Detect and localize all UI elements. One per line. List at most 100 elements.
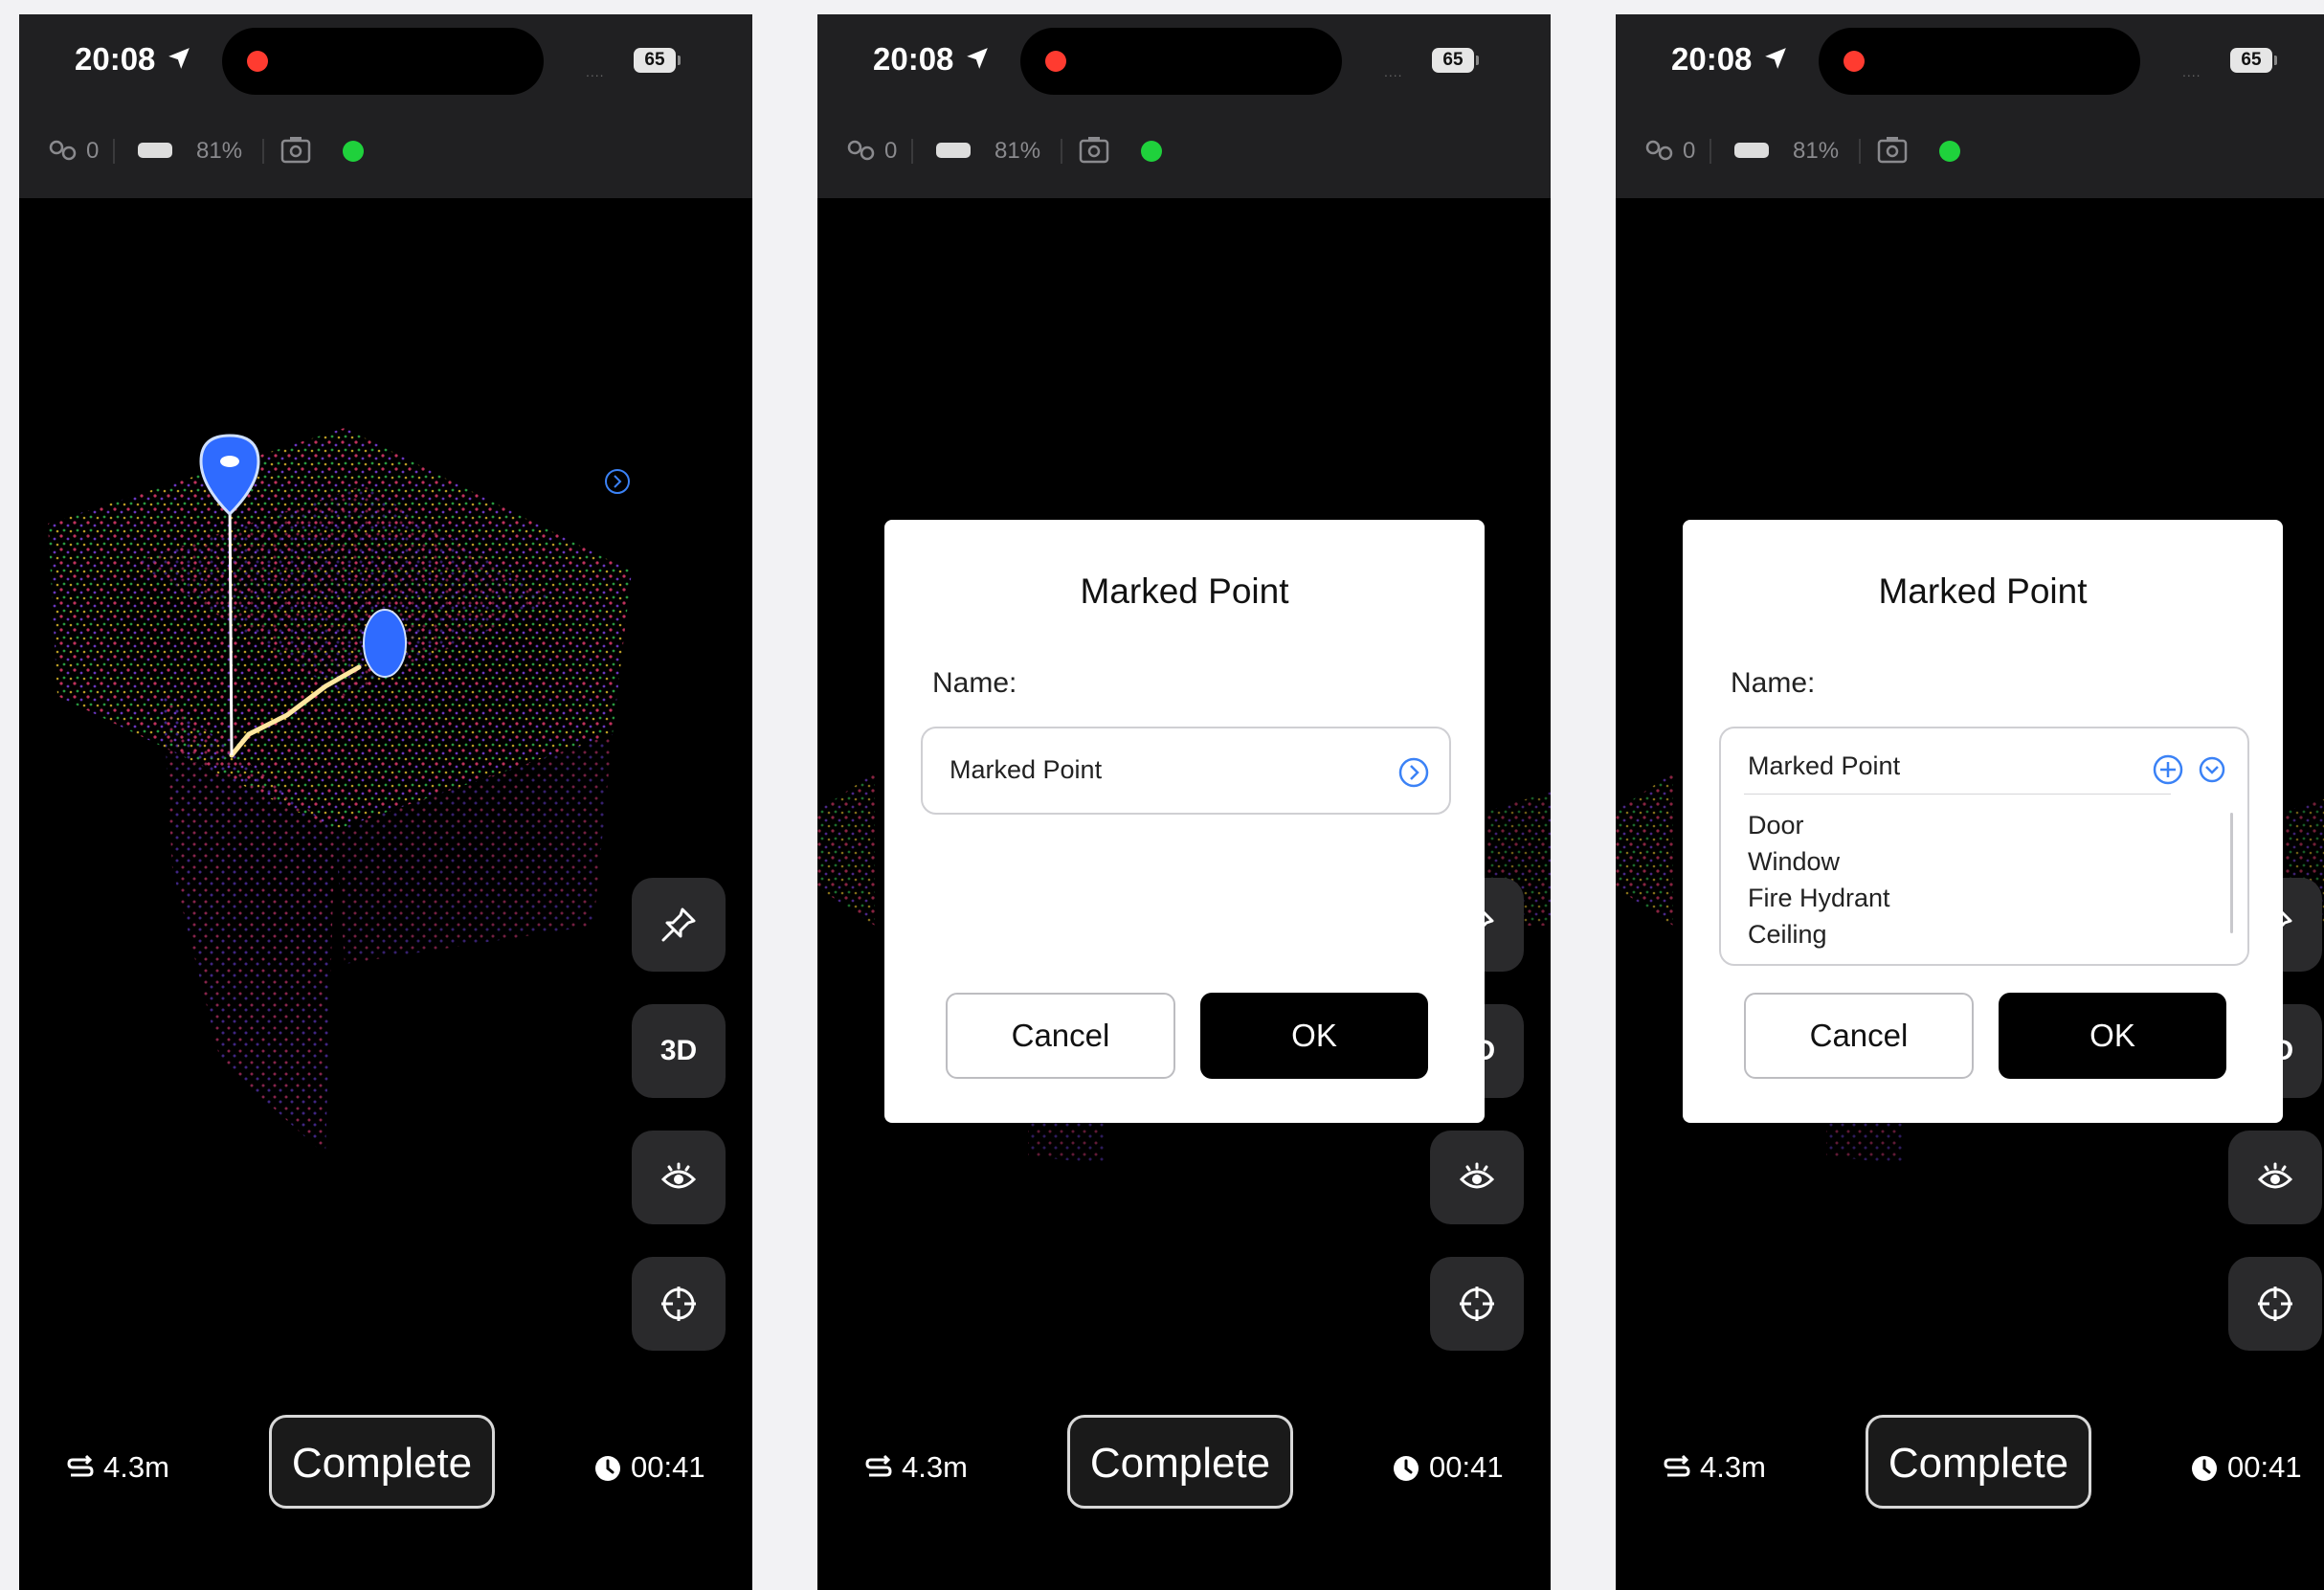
divider	[911, 139, 913, 164]
3d-view-button[interactable]: 3D	[632, 1004, 726, 1098]
device-toolbar: 0 81%	[19, 102, 752, 198]
input-underline	[1744, 794, 2171, 795]
phone-battery: 65	[634, 48, 681, 73]
camera-icon[interactable]	[1877, 135, 1908, 164]
3d-label: 3D	[659, 1035, 698, 1066]
dropdown-option-door[interactable]: Door	[1748, 811, 1804, 840]
status-bar: 20:08 .... 65	[817, 14, 1551, 102]
ok-button[interactable]: OK	[1200, 993, 1428, 1079]
camera-icon[interactable]	[1079, 135, 1109, 164]
status-bar: 20:08 .... 65	[1616, 14, 2324, 102]
pin-icon	[658, 904, 700, 946]
name-label: Name:	[1731, 667, 1816, 699]
recenter-button[interactable]	[2228, 1257, 2322, 1351]
camera-icon[interactable]	[280, 135, 311, 164]
crosshair-icon	[1456, 1283, 1498, 1325]
recording-indicator	[1844, 51, 1865, 72]
clock-icon	[593, 1454, 622, 1483]
distance-value: 4.3m	[902, 1450, 968, 1484]
device-battery-percent: 81%	[994, 138, 1041, 164]
dialog-title: Marked Point	[1878, 571, 2088, 611]
clock-icon	[2190, 1454, 2219, 1483]
connection-status-dot	[343, 141, 364, 162]
signal-dots-icon: ....	[586, 64, 605, 79]
device-battery-percent: 81%	[1793, 138, 1840, 164]
link-icon	[1644, 139, 1675, 162]
elapsed-timer: 00:41	[1429, 1450, 1504, 1484]
cancel-button[interactable]: Cancel	[946, 993, 1175, 1079]
status-time: 20:08	[75, 41, 156, 77]
elapsed-timer: 00:41	[631, 1450, 705, 1484]
complete-button[interactable]: Complete	[1866, 1415, 2091, 1509]
visibility-button[interactable]	[1430, 1131, 1524, 1224]
divider	[1859, 139, 1861, 164]
link-icon	[846, 139, 877, 162]
distance-value: 4.3m	[1700, 1450, 1766, 1484]
chevron-down-circle-icon[interactable]	[2198, 755, 2226, 784]
bottom-bar: 4.3m Complete 00:41	[817, 1412, 1551, 1527]
divider	[1709, 139, 1711, 164]
phone-screen-dropdown: 20:08 .... 65 0 81% 3D 4.3m Complete 00:…	[1616, 14, 2324, 1590]
distance-icon	[67, 1454, 94, 1483]
expand-arrow-icon[interactable]	[605, 469, 630, 494]
link-count: 0	[86, 138, 100, 164]
chevron-right-circle-icon[interactable]	[1397, 756, 1430, 789]
link-icon	[48, 139, 78, 162]
dynamic-island	[1819, 28, 2140, 95]
name-combobox-open[interactable]: Marked Point Door Window Fire Hydrant Ce…	[1719, 727, 2249, 966]
divider	[113, 139, 115, 164]
status-time: 20:08	[873, 41, 954, 77]
name-label: Name:	[932, 667, 1017, 699]
name-input-value: Marked Point	[950, 755, 1103, 784]
device-toolbar: 0 81%	[1616, 102, 2324, 198]
link-count: 0	[1683, 138, 1696, 164]
recenter-button[interactable]	[1430, 1257, 1524, 1351]
name-input[interactable]: Marked Point	[921, 727, 1451, 815]
device-battery-icon	[1734, 143, 1769, 158]
marked-point-dialog: Marked Point Name: Marked Point Door Win…	[1683, 520, 2283, 1123]
distance-value: 4.3m	[103, 1450, 169, 1484]
recenter-button[interactable]	[632, 1257, 726, 1351]
plus-circle-icon[interactable]	[2152, 753, 2184, 786]
dropdown-scrollbar[interactable]	[2230, 813, 2233, 933]
visibility-button[interactable]	[632, 1131, 726, 1224]
complete-button[interactable]: Complete	[1067, 1415, 1293, 1509]
recording-indicator	[247, 51, 268, 72]
crosshair-icon	[658, 1283, 700, 1325]
divider	[1061, 139, 1062, 164]
device-battery-percent: 81%	[196, 138, 243, 164]
divider	[262, 139, 264, 164]
visibility-button[interactable]	[2228, 1131, 2322, 1224]
device-battery-icon	[936, 143, 971, 158]
complete-button[interactable]: Complete	[269, 1415, 495, 1509]
dropdown-option-window[interactable]: Window	[1748, 847, 1840, 877]
pin-button[interactable]	[632, 878, 726, 972]
signal-dots-icon: ....	[1384, 64, 1403, 79]
elapsed-timer: 00:41	[2227, 1450, 2302, 1484]
signal-dots-icon: ....	[2182, 64, 2201, 79]
link-count: 0	[884, 138, 898, 164]
distance-icon	[865, 1454, 892, 1483]
status-time: 20:08	[1671, 41, 1753, 77]
phone-screen-map: 20:08 .... 65 0 81% 3D 4.3m Complete 00:…	[19, 14, 752, 1590]
cancel-button[interactable]: Cancel	[1744, 993, 1974, 1079]
recording-indicator	[1045, 51, 1066, 72]
eye-icon	[1456, 1156, 1498, 1198]
ok-button[interactable]: OK	[1999, 993, 2226, 1079]
device-toolbar: 0 81%	[817, 102, 1551, 198]
phone-screen-dialog: 20:08 .... 65 0 81% 3D 4.3m Complete 00:…	[817, 14, 1551, 1590]
eye-icon	[658, 1156, 700, 1198]
marked-point-dialog: Marked Point Name: Marked Point Cancel O…	[884, 520, 1485, 1123]
dropdown-option-fire-hydrant[interactable]: Fire Hydrant	[1748, 884, 1890, 913]
phone-battery: 65	[1432, 48, 1479, 73]
name-input-value[interactable]: Marked Point	[1748, 751, 1900, 781]
location-arrow-icon	[167, 46, 191, 71]
clock-icon	[1392, 1454, 1420, 1483]
dynamic-island	[1020, 28, 1342, 95]
bottom-bar: 4.3m Complete 00:41	[1616, 1412, 2324, 1527]
eye-icon	[2254, 1156, 2296, 1198]
connection-status-dot	[1939, 141, 1960, 162]
dropdown-option-ceiling[interactable]: Ceiling	[1748, 920, 1827, 950]
crosshair-icon	[2254, 1283, 2296, 1325]
phone-battery: 65	[2230, 48, 2277, 73]
